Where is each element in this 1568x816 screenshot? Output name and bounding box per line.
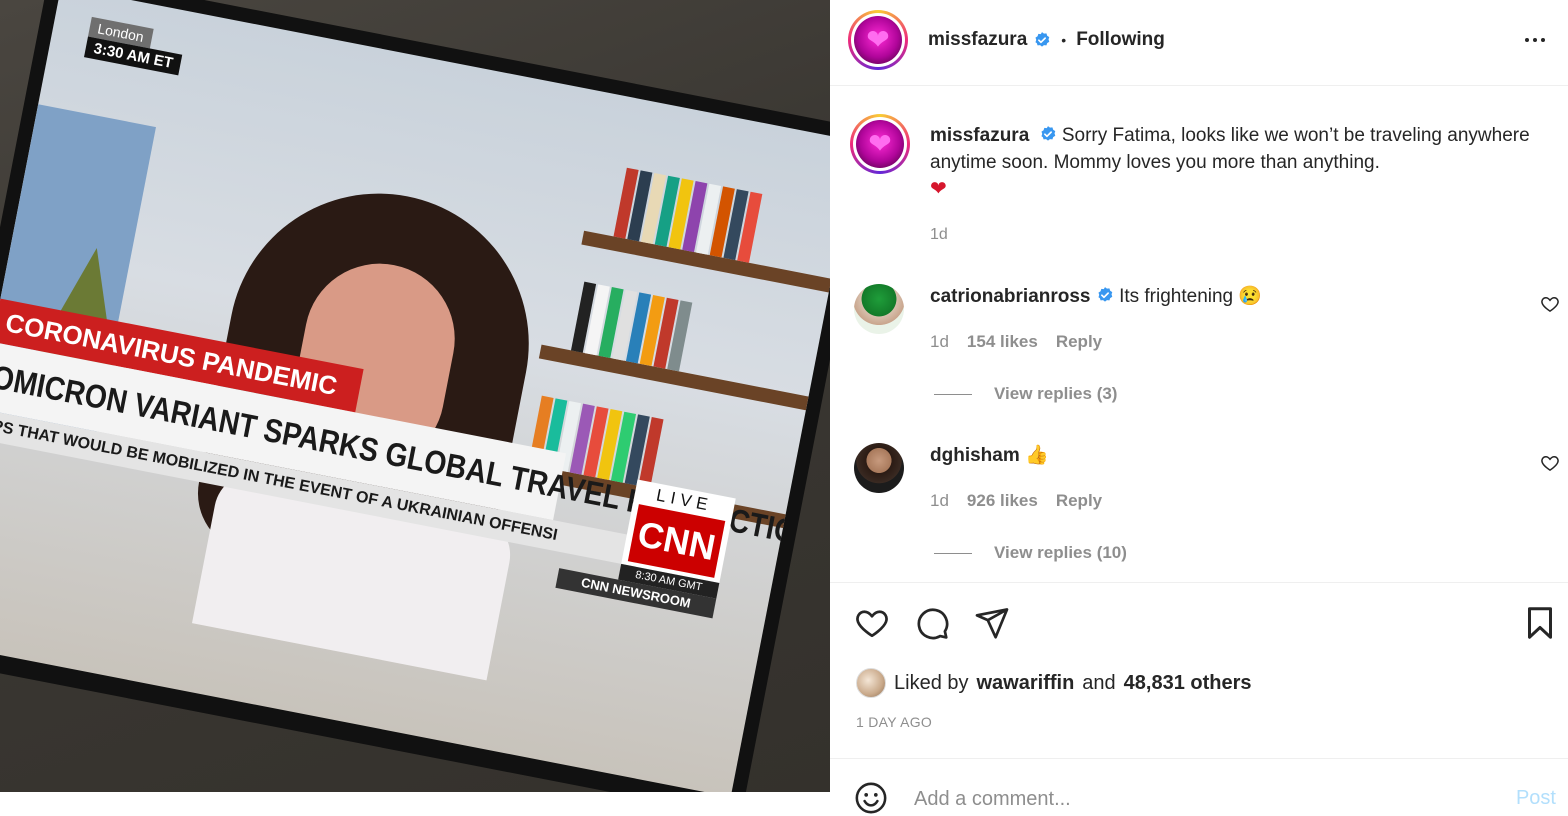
verified-badge-icon — [1041, 126, 1055, 141]
comment-input[interactable] — [914, 785, 1474, 813]
post-header: ❤ missfazura • Following — [830, 0, 1568, 86]
commenter-avatar[interactable] — [854, 443, 904, 493]
crying-face-emoji-icon: 😢 — [1238, 286, 1263, 307]
share-paper-plane-icon[interactable] — [974, 605, 1010, 641]
post-actions-bar — [830, 582, 1568, 658]
header-username[interactable]: missfazura — [928, 29, 1027, 51]
post-caption: ❤ missfazura Sorry Fatima, looks like we… — [850, 114, 1550, 254]
heart-avatar-icon: ❤ — [854, 16, 902, 64]
caption-avatar[interactable]: ❤ — [850, 114, 910, 174]
commenter-avatar[interactable] — [854, 284, 904, 334]
broken-heart-emoji-icon: ❤ — [930, 178, 947, 200]
thumbs-up-emoji-icon: 👍 — [1025, 445, 1049, 466]
reply-button[interactable]: Reply — [1056, 332, 1102, 352]
comment-item: catrionabrianross Its frightening 😢 1d 1… — [850, 284, 1560, 414]
reply-button[interactable]: Reply — [1056, 491, 1102, 511]
like-heart-icon[interactable] — [854, 605, 890, 641]
liker-avatar[interactable] — [856, 668, 886, 698]
bookmark-icon[interactable] — [1522, 605, 1558, 641]
caption-timestamp[interactable]: 1d — [930, 226, 948, 244]
verified-badge-icon — [1035, 32, 1050, 47]
comment-likes-count[interactable]: 154 likes — [967, 332, 1038, 352]
comment-item: dghisham 👍 1d 926 likes Reply View repli… — [850, 443, 1560, 573]
view-replies-button[interactable]: View replies (10) — [934, 543, 1127, 563]
tv-location-time: London 3:30 AM ET — [83, 16, 190, 79]
tv-set: London 3:30 AM ET CORONAVIRUS PANDEMIC O… — [0, 0, 830, 792]
add-comment-bar: Post — [830, 758, 1568, 816]
liker-username[interactable]: wawariffin — [977, 672, 1075, 695]
post-detail-panel: ❤ missfazura • Following ❤ missfazura So… — [830, 0, 1568, 816]
post-photo[interactable]: London 3:30 AM ET CORONAVIRUS PANDEMIC O… — [0, 0, 830, 792]
comment-bubble-icon[interactable] — [914, 605, 950, 641]
verified-badge-icon — [1098, 287, 1113, 302]
commenter-username[interactable]: dghisham — [930, 445, 1020, 466]
separator: • — [1061, 32, 1067, 48]
comment-heart-icon[interactable] — [1540, 294, 1560, 314]
likes-summary: Liked by wawariffin and 48,831 others — [856, 666, 1252, 700]
following-button[interactable]: Following — [1076, 29, 1165, 51]
comment-text: Its frightening — [1119, 286, 1234, 307]
comment-timestamp[interactable]: 1d — [930, 332, 949, 352]
avatar[interactable]: ❤ — [848, 10, 908, 70]
more-options-icon[interactable] — [1520, 26, 1550, 54]
likes-others-count[interactable]: 48,831 others — [1124, 672, 1252, 695]
commenter-username[interactable]: catrionabrianross — [930, 286, 1091, 307]
caption-username[interactable]: missfazura — [930, 125, 1029, 146]
comment-likes-count[interactable]: 926 likes — [967, 491, 1038, 511]
emoji-picker-icon[interactable] — [854, 781, 888, 815]
view-replies-button[interactable]: View replies (3) — [934, 384, 1117, 404]
tv-screen: London 3:30 AM ET CORONAVIRUS PANDEMIC O… — [0, 0, 830, 792]
post-date[interactable]: 1 DAY AGO — [856, 714, 932, 730]
heart-avatar-icon: ❤ — [856, 120, 904, 168]
comment-timestamp[interactable]: 1d — [930, 491, 949, 511]
comment-heart-icon[interactable] — [1540, 453, 1560, 473]
post-comment-button[interactable]: Post — [1516, 787, 1556, 810]
